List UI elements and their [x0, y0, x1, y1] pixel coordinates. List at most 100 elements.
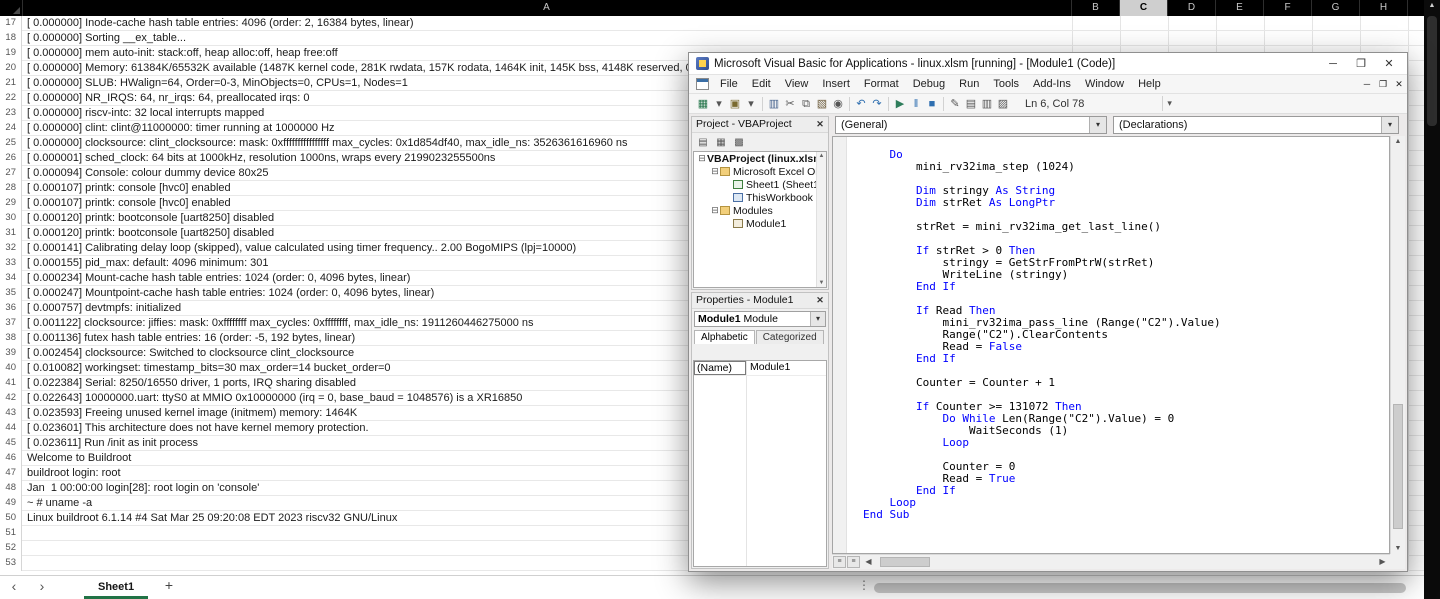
horizontal-scroll-thumb[interactable] [874, 583, 1406, 593]
project-tree-scrollbar[interactable]: ▲ ▼ [816, 152, 826, 287]
insert-userform-icon[interactable]: ▣ [727, 96, 743, 112]
properties-object-selector[interactable]: Module1 Module ▾ [694, 311, 826, 327]
tree-item-modules[interactable]: ⊟Modules [694, 204, 826, 217]
close-button[interactable]: ✕ [1375, 54, 1403, 74]
view-code-icon[interactable]: ▤ [694, 135, 712, 150]
properties-window-icon[interactable]: ▥ [979, 96, 995, 112]
properties-panel-header[interactable]: Properties - Module1 ✕ [692, 293, 828, 309]
menu-item-view[interactable]: View [778, 75, 816, 93]
property-value[interactable]: Module1 [750, 361, 790, 374]
column-header-D[interactable]: D [1168, 0, 1216, 16]
menu-item-file[interactable]: File [713, 75, 745, 93]
row-header-53[interactable]: 53 [0, 556, 22, 571]
row-header-43[interactable]: 43 [0, 406, 22, 421]
tree-scroll-down-icon[interactable]: ▼ [817, 280, 826, 286]
menu-item-debug[interactable]: Debug [906, 75, 952, 93]
breakpoint-margin[interactable] [833, 137, 847, 553]
tab-categorized[interactable]: Categorized [756, 330, 824, 344]
row-header-50[interactable]: 50 [0, 511, 22, 526]
window-split-handle-2[interactable]: ≡ [847, 556, 860, 568]
procedure-dropdown[interactable]: (Declarations) ▾ [1113, 116, 1399, 134]
row-header-39[interactable]: 39 [0, 346, 22, 361]
sheet-tab-sheet1[interactable]: Sheet1 [84, 576, 148, 599]
object-dropdown[interactable]: (General) ▾ [835, 116, 1107, 134]
undo-icon[interactable]: ↶ [853, 96, 869, 112]
menu-item-help[interactable]: Help [1131, 75, 1168, 93]
child-restore-icon[interactable]: ❐ [1375, 79, 1391, 90]
row-header-46[interactable]: 46 [0, 451, 22, 466]
row-header-28[interactable]: 28 [0, 181, 22, 196]
row-header-33[interactable]: 33 [0, 256, 22, 271]
minimize-button[interactable]: ─ [1319, 54, 1347, 74]
collapse-icon[interactable]: ⊟ [697, 153, 707, 164]
reset-icon[interactable]: ■ [924, 96, 940, 112]
paste-icon[interactable]: ▧ [814, 96, 830, 112]
menu-item-edit[interactable]: Edit [745, 75, 778, 93]
row-header-48[interactable]: 48 [0, 481, 22, 496]
row-header-24[interactable]: 24 [0, 121, 22, 136]
row-header-45[interactable]: 45 [0, 436, 22, 451]
code-editor[interactable]: Do mini_rv32ima_step (1024) Dim stringy … [846, 137, 1389, 553]
child-close-icon[interactable]: ✕ [1391, 79, 1407, 90]
code-scroll-left-icon[interactable]: ◀ [862, 556, 875, 568]
run-icon[interactable]: ▶ [892, 96, 908, 112]
property-row[interactable]: (Name)Module1 [694, 361, 826, 376]
code-scroll-right-icon[interactable]: ▶ [1376, 556, 1389, 568]
prev-sheet-icon[interactable]: ‹ [6, 578, 22, 594]
column-header-H[interactable]: H [1360, 0, 1408, 16]
row-header-27[interactable]: 27 [0, 166, 22, 181]
tree-item-microsoft-excel-objects[interactable]: ⊟Microsoft Excel Objects [694, 165, 826, 178]
insert-userform-caret-icon[interactable]: ▾ [743, 96, 759, 112]
tab-scrollbar-splitter[interactable]: ⋮ [858, 578, 870, 592]
code-hscroll-thumb[interactable] [880, 557, 930, 567]
code-scroll-down-icon[interactable]: ▼ [1391, 545, 1405, 552]
redo-icon[interactable]: ↷ [869, 96, 885, 112]
column-header-C[interactable]: C [1120, 0, 1168, 16]
column-header-A[interactable]: A [22, 0, 1072, 16]
toggle-folders-icon[interactable]: ▩ [730, 135, 748, 150]
code-horizontal-scrollbar[interactable]: ≡ ≡ ◀ ▶ [832, 554, 1390, 569]
collapse-icon[interactable]: ⊟ [710, 205, 720, 216]
row-header-34[interactable]: 34 [0, 271, 22, 286]
collapse-icon[interactable]: ⊟ [710, 166, 720, 177]
row-header-41[interactable]: 41 [0, 376, 22, 391]
scroll-up-icon[interactable]: ▲ [1424, 2, 1440, 9]
row-header-19[interactable]: 19 [0, 46, 22, 61]
chevron-down-icon[interactable]: ▾ [1089, 117, 1106, 133]
tree-item-vbaproject-linux-xlsm[interactable]: ⊟VBAProject (linux.xlsm) [694, 152, 826, 165]
vba-title-bar[interactable]: Microsoft Visual Basic for Applications … [689, 53, 1407, 75]
row-header-49[interactable]: 49 [0, 496, 22, 511]
chevron-down-icon[interactable]: ▾ [810, 312, 825, 326]
view-excel-icon[interactable]: ▦ [695, 96, 711, 112]
column-header-B[interactable]: B [1072, 0, 1120, 16]
view-excel-caret-icon[interactable]: ▾ [711, 96, 727, 112]
column-header-E[interactable]: E [1216, 0, 1264, 16]
row-header-38[interactable]: 38 [0, 331, 22, 346]
tree-scroll-up-icon[interactable]: ▲ [817, 153, 826, 159]
menu-item-insert[interactable]: Insert [815, 75, 857, 93]
row-header-20[interactable]: 20 [0, 61, 22, 76]
add-sheet-button[interactable]: + [160, 577, 178, 593]
row-header-36[interactable]: 36 [0, 301, 22, 316]
column-header-F[interactable]: F [1264, 0, 1312, 16]
row-header-23[interactable]: 23 [0, 106, 22, 121]
properties-panel-close-icon[interactable]: ✕ [814, 294, 826, 306]
row-header-18[interactable]: 18 [0, 31, 22, 46]
column-header-G[interactable]: G [1312, 0, 1360, 16]
view-object-icon[interactable]: ▦ [712, 135, 730, 150]
code-vscroll-thumb[interactable] [1393, 404, 1403, 529]
row-header-47[interactable]: 47 [0, 466, 22, 481]
chevron-down-icon[interactable]: ▾ [1381, 117, 1398, 133]
row-header-30[interactable]: 30 [0, 211, 22, 226]
tree-item-module1[interactable]: Module1 [694, 217, 826, 230]
menu-item-addins[interactable]: Add-Ins [1026, 75, 1078, 93]
window-split-handle[interactable]: ≡ [833, 556, 846, 568]
row-header-29[interactable]: 29 [0, 196, 22, 211]
menu-item-window[interactable]: Window [1078, 75, 1131, 93]
toolbar-options-icon[interactable]: ▾ [1162, 96, 1176, 111]
row-header-51[interactable]: 51 [0, 526, 22, 541]
copy-icon[interactable]: ⧉ [798, 96, 814, 112]
row-header-44[interactable]: 44 [0, 421, 22, 436]
vertical-scroll-thumb[interactable] [1427, 16, 1437, 126]
object-browser-icon[interactable]: ▨ [995, 96, 1011, 112]
